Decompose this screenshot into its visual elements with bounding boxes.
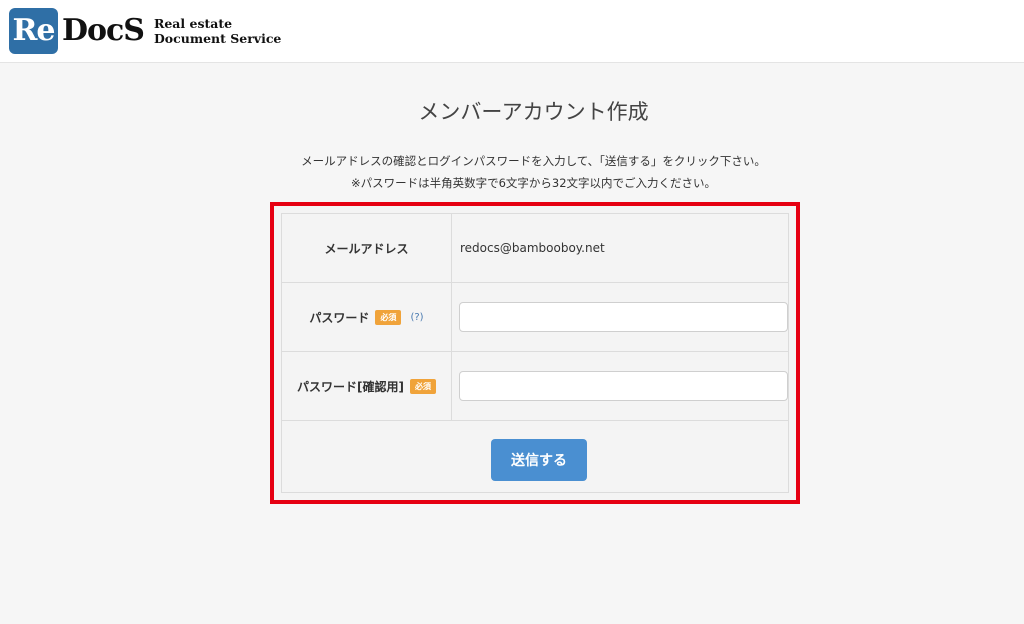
email-row: メールアドレス redocs@bambooboy.net [282,214,788,283]
logo-tagline-line1: Real estate [153,16,233,31]
required-badge: 必須 [375,309,402,325]
description-line-2: ※パスワードは半角英数字で6文字から32文字以内でご入力ください。 [350,176,717,190]
password-row: パスワード 必須 (?) [282,283,788,352]
password-confirm-row: パスワード[確認用] 必須 [282,352,788,421]
email-value: redocs@bambooboy.net [460,241,605,255]
logo-docs-text: DocS [62,13,145,48]
email-label-cell: メールアドレス [282,214,452,282]
account-form: メールアドレス redocs@bambooboy.net パスワード 必須 (?… [281,213,789,493]
description-line-1: メールアドレスの確認とログインパスワードを入力して、「送信する」をクリック下さい… [301,154,766,168]
page-description: メールアドレスの確認とログインパスワードを入力して、「送信する」をクリック下さい… [0,150,1024,194]
password-confirm-label-cell: パスワード[確認用] 必須 [282,352,452,420]
password-confirm-label: パスワード[確認用] [297,379,404,394]
password-help-link[interactable]: (?) [410,312,423,323]
page-title: メンバーアカウント作成 [418,100,649,124]
password-label: パスワード [309,310,370,325]
highlight-frame: メールアドレス redocs@bambooboy.net パスワード 必須 (?… [270,202,800,504]
email-value-cell: redocs@bambooboy.net [452,214,788,282]
logo-re-mark: Re [9,8,58,54]
redocs-logo[interactable]: Re DocS Real estate Document Service [9,8,281,54]
site-header: Re DocS Real estate Document Service [0,0,1024,63]
email-label: メールアドレス [324,241,409,256]
submit-row: 送信する [282,421,788,492]
password-label-cell: パスワード 必須 (?) [282,283,452,351]
required-badge: 必須 [409,378,436,394]
password-input[interactable] [459,302,788,332]
password-confirm-input-cell [452,352,788,420]
password-input-cell [452,283,788,351]
logo-tagline-line2: Document Service [153,31,282,46]
submit-button[interactable]: 送信する [491,439,587,481]
logo-tagline: Real estate Document Service [154,16,281,46]
password-confirm-input[interactable] [459,371,788,401]
